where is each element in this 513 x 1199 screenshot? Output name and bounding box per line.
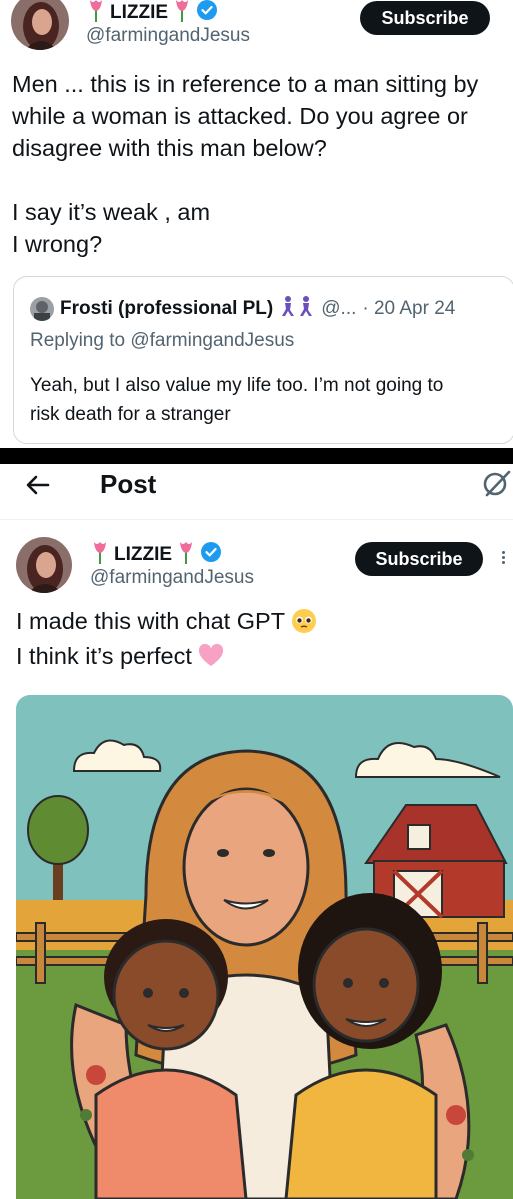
quoted-date: · 20 Apr 24	[362, 298, 456, 319]
avatar[interactable]	[11, 0, 69, 50]
author-name-row[interactable]: LIZZIE	[90, 540, 222, 570]
tweet-text-part: I made this with chat GPT	[16, 608, 285, 634]
tulip-emoji	[172, 0, 192, 28]
post-media-image[interactable]	[16, 695, 513, 1199]
avatar-image	[11, 0, 69, 50]
grok-icon[interactable]	[481, 468, 513, 500]
back-arrow-icon[interactable]	[24, 471, 52, 499]
quoted-display-name: Frosti (professional PL)	[60, 298, 274, 319]
page-title: Post	[100, 469, 157, 499]
author-name-row[interactable]: LIZZIE	[86, 0, 218, 28]
header-divider	[0, 519, 513, 520]
avatar-image	[16, 537, 72, 593]
more-options-icon[interactable]	[502, 549, 506, 566]
quoted-tweet-header: Frosti (professional PL) @... · 20 Apr 2…	[30, 295, 455, 323]
quoted-handle: @...	[321, 298, 357, 319]
subscribe-button[interactable]: Subscribe	[360, 1, 490, 35]
subscribe-button[interactable]: Subscribe	[355, 542, 483, 576]
tweet-text: Men ... this is in reference to a man si…	[12, 71, 479, 257]
tweet-text-line-1: I made this with chat GPT	[16, 605, 317, 642]
tulip-emoji	[90, 540, 110, 570]
tweet-text-part: I think it’s perfect	[16, 643, 192, 669]
quoted-avatar[interactable]	[30, 297, 54, 321]
author-handle[interactable]: @farmingandJesus	[90, 567, 254, 589]
tulip-emoji	[86, 0, 106, 28]
quoted-tweet-card[interactable]: Frosti (professional PL) @... · 20 Apr 2…	[13, 276, 513, 444]
display-name: LIZZIE	[114, 544, 173, 565]
tweet-text-line-2: I think it’s perfect	[16, 640, 224, 676]
pink-heart-emoji	[198, 643, 224, 676]
tulip-emoji	[176, 540, 196, 570]
verified-badge-icon	[200, 541, 222, 569]
verified-badge-icon	[196, 0, 218, 27]
pleading-face-emoji	[291, 608, 317, 642]
author-handle[interactable]: @farmingandJesus	[86, 25, 250, 47]
display-name: LIZZIE	[110, 2, 169, 23]
replying-to[interactable]: Replying to @farmingandJesus	[30, 330, 294, 352]
avatar[interactable]	[16, 537, 72, 593]
quoted-tweet-text: Yeah, but I also value my life too. I’m …	[30, 375, 444, 425]
screenshot-divider	[0, 448, 513, 464]
ai-illustration	[16, 695, 513, 1199]
dancing-man-emoji	[279, 295, 315, 323]
